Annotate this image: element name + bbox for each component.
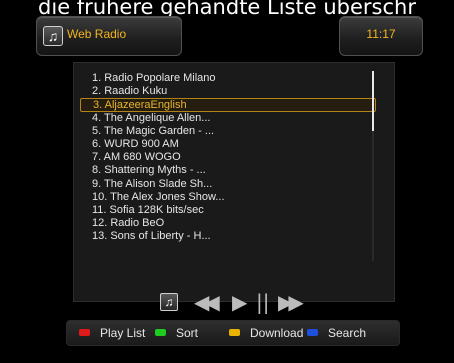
app-title: Web Radio xyxy=(67,27,127,41)
green-key-sort[interactable]: Sort xyxy=(155,326,198,340)
station-item[interactable]: 10. The Alex Jones Show... xyxy=(80,191,376,204)
playback-controls: ♫ ◀◀ ▶ || ▶▶ xyxy=(160,289,304,315)
station-item[interactable]: 13. Sons of Liberty - H... xyxy=(80,230,376,243)
station-item[interactable]: 2. Raadio Kuku xyxy=(80,85,376,98)
station-item[interactable]: 8. Shattering Myths - ... xyxy=(80,164,376,177)
station-item-selected[interactable]: 3. AljazeeraEnglish xyxy=(80,98,376,112)
pause-icon[interactable]: || xyxy=(256,291,269,313)
station-item[interactable]: 7. AM 680 WOGO xyxy=(80,151,376,164)
search-label: Search xyxy=(328,326,367,340)
music-note-icon: ♫ xyxy=(160,293,178,311)
station-item[interactable]: 4. The Angelique Allen... xyxy=(80,112,376,125)
play-icon[interactable]: ▶ xyxy=(232,291,248,313)
station-item[interactable]: 12. Radio BeO xyxy=(80,217,376,230)
music-note-icon: ♫ xyxy=(43,26,63,46)
clock-bar: 11:17 xyxy=(339,16,423,56)
sort-label: Sort xyxy=(176,326,199,340)
station-item[interactable]: 11. Sofia 128K bits/sec xyxy=(80,204,376,217)
red-key-play-list[interactable]: Play List xyxy=(79,326,145,340)
play-list-label: Play List xyxy=(100,326,146,340)
rewind-icon[interactable]: ◀◀ xyxy=(194,291,220,313)
fast-forward-icon[interactable]: ▶▶ xyxy=(278,291,304,313)
blue-key-icon xyxy=(307,329,318,337)
yellow-key-icon xyxy=(229,329,240,337)
yellow-key-download[interactable]: Download xyxy=(229,326,303,340)
station-item[interactable]: 6. WURD 900 AM xyxy=(80,138,376,151)
station-item[interactable]: 1. Radio Popolare Milano xyxy=(80,72,376,85)
blue-key-search[interactable]: Search xyxy=(307,326,366,340)
station-item[interactable]: 9. The Alison Slade Sh... xyxy=(80,178,376,191)
scrollbar-thumb[interactable] xyxy=(372,71,374,131)
clock: 11:17 xyxy=(366,27,396,41)
green-key-icon xyxy=(155,329,166,337)
title-bar: ♫ Web Radio xyxy=(36,16,182,56)
download-label: Download xyxy=(250,326,304,340)
station-list: 1. Radio Popolare Milano 2. Raadio Kuku … xyxy=(80,72,376,243)
playlist-panel: 1. Radio Popolare Milano 2. Raadio Kuku … xyxy=(73,62,395,313)
color-key-bar: Play List Sort Download Search xyxy=(66,320,400,346)
station-item[interactable]: 5. The Magic Garden - ... xyxy=(80,125,376,138)
red-key-icon xyxy=(79,329,90,337)
